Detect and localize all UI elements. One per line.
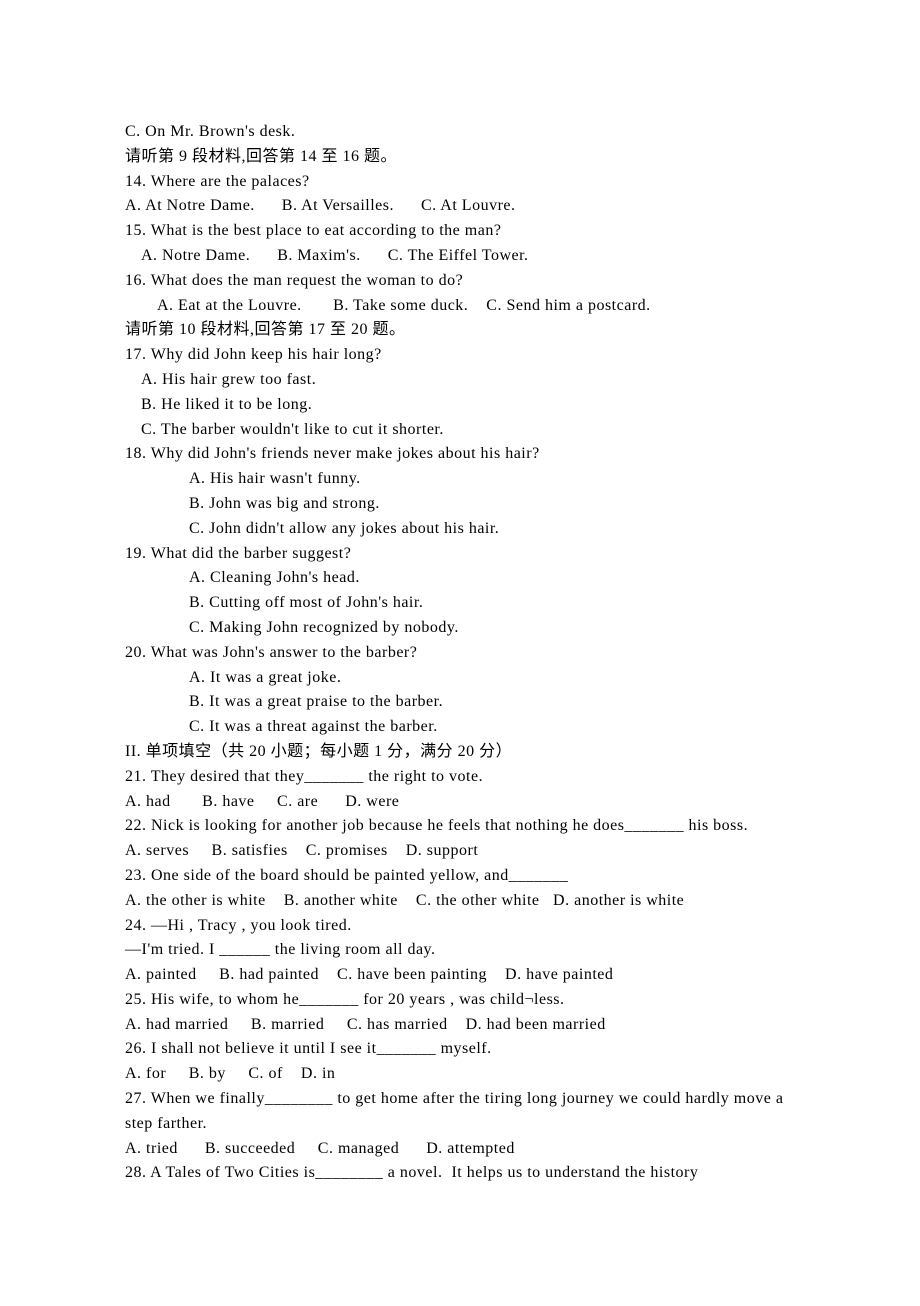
text-line: 请听第 10 段材料,回答第 17 至 20 题。 xyxy=(125,318,795,343)
text-line: 26. I shall not believe it until I see i… xyxy=(125,1037,795,1062)
text-line: 22. Nick is looking for another job beca… xyxy=(125,814,795,839)
text-line: B. He liked it to be long. xyxy=(125,393,795,418)
text-line: 16. What does the man request the woman … xyxy=(125,269,795,294)
text-line: A. tried B. succeeded C. managed D. atte… xyxy=(125,1137,795,1162)
text-line: B. It was a great praise to the barber. xyxy=(125,690,795,715)
text-line: II. 单项填空（共 20 小题；每小题 1 分，满分 20 分） xyxy=(125,740,795,765)
text-line: C. It was a threat against the barber. xyxy=(125,715,795,740)
text-line: A. for B. by C. of D. in xyxy=(125,1062,795,1087)
text-line: 23. One side of the board should be pain… xyxy=(125,864,795,889)
text-line: 21. They desired that they_______ the ri… xyxy=(125,765,795,790)
text-line: 24. —Hi , Tracy , you look tired. xyxy=(125,914,795,939)
text-line: A. serves B. satisfies C. promises D. su… xyxy=(125,839,795,864)
text-line: 18. Why did John's friends never make jo… xyxy=(125,442,795,467)
document-body: C. On Mr. Brown's desk.请听第 9 段材料,回答第 14 … xyxy=(125,120,795,1186)
text-line: A. painted B. had painted C. have been p… xyxy=(125,963,795,988)
text-line: B. John was big and strong. xyxy=(125,492,795,517)
text-line: C. On Mr. Brown's desk. xyxy=(125,120,795,145)
text-line: 20. What was John's answer to the barber… xyxy=(125,641,795,666)
text-line: 14. Where are the palaces? xyxy=(125,170,795,195)
text-line: 19. What did the barber suggest? xyxy=(125,542,795,567)
text-line: C. John didn't allow any jokes about his… xyxy=(125,517,795,542)
text-line: A. His hair grew too fast. xyxy=(125,368,795,393)
text-line: A. Eat at the Louvre. B. Take some duck.… xyxy=(125,294,795,319)
text-line: 28. A Tales of Two Cities is________ a n… xyxy=(125,1161,795,1186)
text-line: A. It was a great joke. xyxy=(125,666,795,691)
text-line: A. had B. have C. are D. were xyxy=(125,790,795,815)
text-line: —I'm tried. I ______ the living room all… xyxy=(125,938,795,963)
text-line: 27. When we finally________ to get home … xyxy=(125,1087,795,1137)
text-line: A. Notre Dame. B. Maxim's. C. The Eiffel… xyxy=(125,244,795,269)
text-line: A. the other is white B. another white C… xyxy=(125,889,795,914)
text-line: B. Cutting off most of John's hair. xyxy=(125,591,795,616)
text-line: C. Making John recognized by nobody. xyxy=(125,616,795,641)
text-line: 请听第 9 段材料,回答第 14 至 16 题。 xyxy=(125,145,795,170)
text-line: A. At Notre Dame. B. At Versailles. C. A… xyxy=(125,194,795,219)
text-line: C. The barber wouldn't like to cut it sh… xyxy=(125,418,795,443)
text-line: A. had married B. married C. has married… xyxy=(125,1013,795,1038)
text-line: 17. Why did John keep his hair long? xyxy=(125,343,795,368)
text-line: A. Cleaning John's head. xyxy=(125,566,795,591)
text-line: 15. What is the best place to eat accord… xyxy=(125,219,795,244)
text-line: A. His hair wasn't funny. xyxy=(125,467,795,492)
text-line: 25. His wife, to whom he_______ for 20 y… xyxy=(125,988,795,1013)
